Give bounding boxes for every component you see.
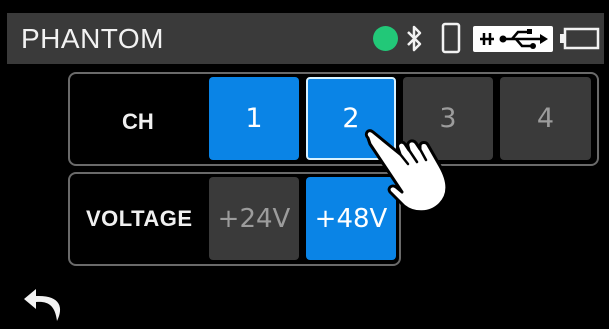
header-bar: PHANTOM: [7, 13, 604, 64]
voltage-label: VOLTAGE: [86, 206, 193, 231]
voltage-24v-button[interactable]: +24V: [209, 177, 299, 260]
recording-indicator-icon: [373, 26, 398, 51]
page-title: PHANTOM: [21, 23, 164, 54]
channel-1-button[interactable]: 1: [209, 77, 299, 160]
hand-pointer-icon: [364, 129, 449, 214]
phone-icon: [441, 22, 461, 54]
channel-4-button[interactable]: 4: [500, 77, 591, 160]
usb-icon: [473, 26, 553, 52]
channel-label: CH: [122, 109, 154, 134]
battery-icon: [560, 27, 600, 50]
bluetooth-icon: [407, 25, 422, 52]
back-arrow-icon[interactable]: [22, 281, 70, 325]
